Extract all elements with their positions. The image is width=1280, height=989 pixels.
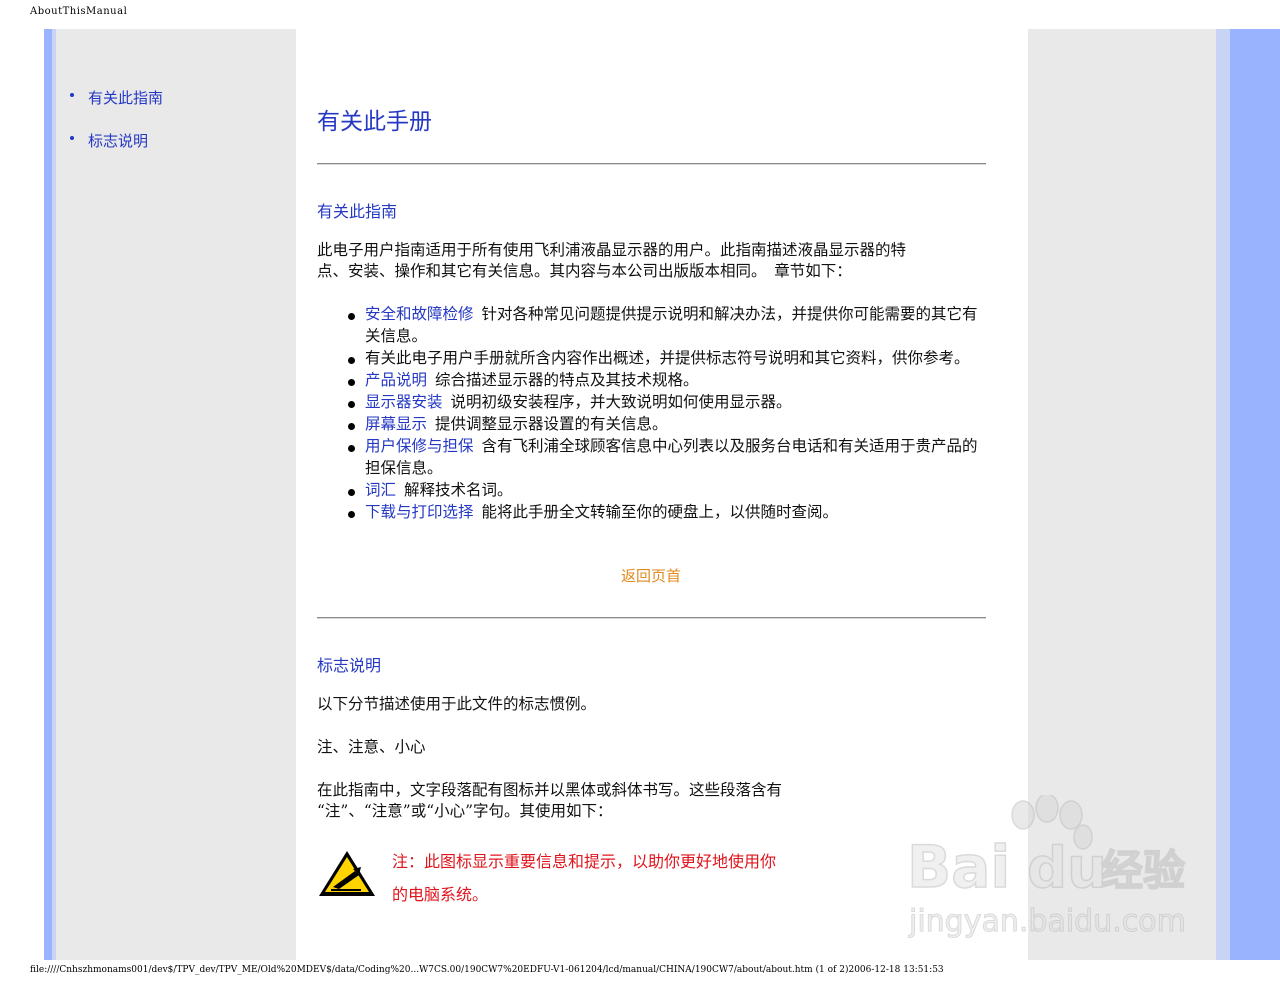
bullet-icon	[348, 511, 355, 518]
watermark-url: jingyan.baidu.com	[908, 904, 1186, 939]
page-title: 有关此手册	[317, 109, 432, 135]
bullet-icon	[348, 313, 355, 320]
symbols-desc-line1: 在此指南中，文字段落配有图标并以黑体或斜体书写。这些段落含有	[317, 781, 783, 799]
link-monitor-install[interactable]: 显示器安装	[365, 393, 443, 411]
bullet-icon	[348, 445, 355, 452]
note-text: 注：此图标显示重要信息和提示，以助你更好地使用你 的电脑系统。	[392, 845, 812, 911]
note-warning-icon	[319, 851, 375, 896]
divider	[317, 617, 986, 619]
sidebar-item-about-guide[interactable]: 有关此指南	[70, 87, 163, 108]
page-header-title: AboutThisManual	[30, 6, 128, 17]
list-item: 词汇 解释技术名词。	[346, 479, 986, 501]
sidebar: 有关此指南 标志说明	[56, 29, 296, 960]
bullet-icon	[348, 423, 355, 430]
bullet-icon	[348, 357, 355, 364]
watermark-brand: Bai	[907, 833, 1010, 901]
list-item-text: 提供调整显示器设置的有关信息。	[435, 415, 668, 433]
bullet-icon	[348, 489, 355, 496]
back-to-top-link[interactable]: 返回页首	[621, 565, 681, 586]
bullet-icon	[348, 379, 355, 386]
bullet-icon	[70, 93, 74, 97]
baidu-watermark: Bai du 经验 jingyan.baidu.com	[906, 795, 1186, 940]
link-safety-troubleshooting[interactable]: 安全和故障检修	[365, 305, 474, 323]
list-item: 产品说明 综合描述显示器的特点及其技术规格。	[346, 369, 986, 391]
guide-intro: 此电子用户指南适用于所有使用飞利浦液晶显示器的用户。此指南描述液晶显示器的特 点…	[317, 240, 906, 282]
watermark-paw-mark: du	[1027, 836, 1107, 901]
bullet-icon	[348, 401, 355, 408]
section-heading-about-guide: 有关此指南	[317, 202, 398, 221]
list-item: 安全和故障检修 针对各种常见问题提供提示说明和解决办法，并提供你可能需要的其它有关…	[346, 303, 986, 347]
list-item-text: 能将此手册全文转输至你的硬盘上，以供随时查阅。	[481, 503, 839, 521]
guide-intro-line2: 点、安装、操作和其它有关信息。其内容与本公司出版版本相同。 章节如下：	[317, 262, 852, 280]
guide-intro-line1: 此电子用户指南适用于所有使用飞利浦液晶显示器的用户。此指南描述液晶显示器的特	[317, 241, 907, 259]
symbols-subheading: 注、注意、小心	[317, 738, 426, 756]
watermark-brand-cn: 经验	[1101, 846, 1185, 895]
list-item-text: 说明初级安装程序，并大致说明如何使用显示器。	[450, 393, 792, 411]
note-line2: 的电脑系统。	[392, 885, 489, 904]
right-light-stripe	[1216, 29, 1230, 960]
divider	[317, 163, 986, 165]
symbols-description: 在此指南中，文字段落配有图标并以黑体或斜体书写。这些段落含有 “注”、“注意”或…	[317, 780, 782, 822]
list-item: 用户保修与担保 含有飞利浦全球顾客信息中心列表以及服务台电话和有关适用于贵产品的担…	[346, 435, 986, 479]
sidebar-item-label: 有关此指南	[88, 89, 164, 107]
list-item: 下载与打印选择 能将此手册全文转输至你的硬盘上，以供随时查阅。	[346, 501, 986, 523]
section-heading-symbols: 标志说明	[317, 656, 382, 675]
link-glossary[interactable]: 词汇	[365, 481, 396, 499]
list-item-text: 综合描述显示器的特点及其技术规格。	[435, 371, 699, 389]
bullet-icon	[70, 136, 74, 140]
symbols-desc-line2: “注”、“注意”或“小心”字句。其使用如下：	[317, 802, 613, 820]
sidebar-item-symbols[interactable]: 标志说明	[70, 130, 148, 151]
right-blue-stripe	[1230, 29, 1280, 960]
list-item-text: 有关此电子用户手册就所含内容作出概述，并提供标志符号说明和其它资料，供你参考。	[365, 349, 970, 367]
link-download-print[interactable]: 下载与打印选择	[365, 503, 474, 521]
link-warranty[interactable]: 用户保修与担保	[365, 437, 474, 455]
symbols-intro: 以下分节描述使用于此文件的标志惯例。	[317, 695, 597, 713]
note-line1: 注：此图标显示重要信息和提示，以助你更好地使用你	[392, 852, 777, 871]
list-item: 显示器安装 说明初级安装程序，并大致说明如何使用显示器。	[346, 391, 986, 413]
list-item: 有关此电子用户手册就所含内容作出概述，并提供标志符号说明和其它资料，供你参考。	[346, 347, 986, 369]
list-item: 屏幕显示 提供调整显示器设置的有关信息。	[346, 413, 986, 435]
link-osd[interactable]: 屏幕显示	[365, 415, 427, 433]
list-item-text: 解释技术名词。	[404, 481, 513, 499]
chapter-list: 安全和故障检修 针对各种常见问题提供提示说明和解决办法，并提供你可能需要的其它有关…	[346, 303, 986, 523]
page-footer-path: file:////Cnhszhmonams001/dev$/TPV_dev/TP…	[30, 965, 944, 975]
link-product-info[interactable]: 产品说明	[365, 371, 427, 389]
sidebar-item-label: 标志说明	[88, 132, 149, 150]
